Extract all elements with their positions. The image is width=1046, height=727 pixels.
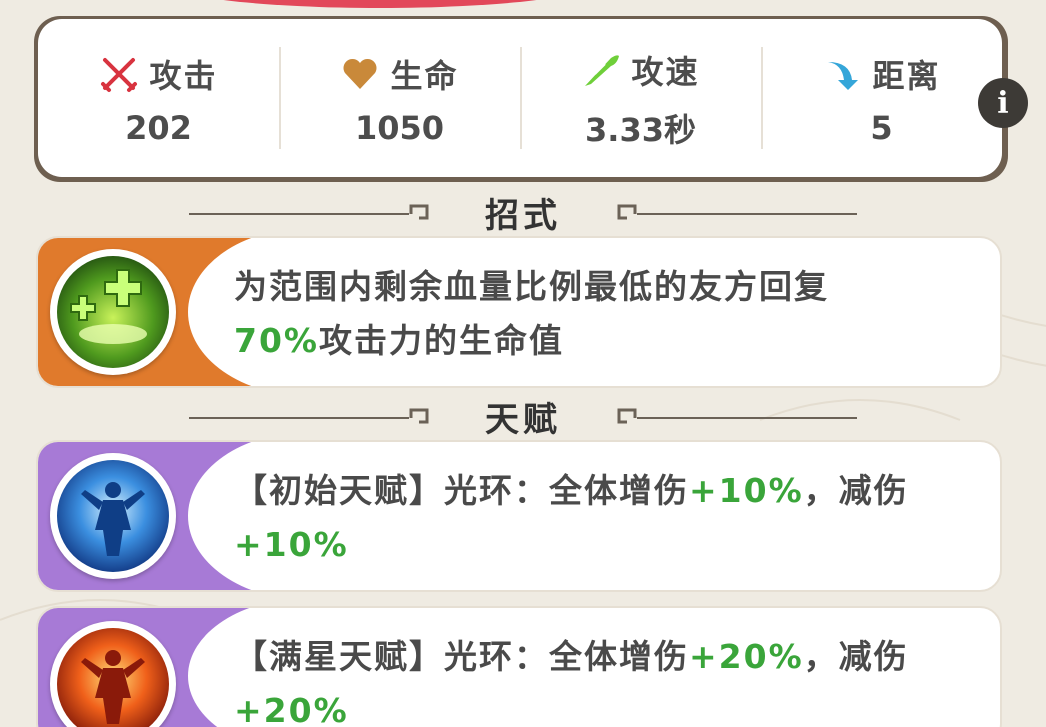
skill-icon-frame: [50, 249, 176, 375]
info-icon: i: [997, 85, 1009, 121]
talent-description: 【初始天赋】光环：全体增伤+10%，减伤+10%: [234, 464, 960, 572]
left-divider-ornament: [189, 204, 429, 220]
section-header-talents: 天赋: [0, 394, 1046, 440]
crossed-swords-icon: [101, 58, 138, 92]
talent-buff: +20%: [689, 637, 804, 676]
talent-text: 【初始天赋】光环：全体增伤: [234, 471, 689, 510]
range-arrow-icon: [828, 62, 859, 90]
talent-buff: +10%: [234, 525, 349, 564]
skill-highlight: 70%: [234, 321, 319, 360]
stat-value: 5: [870, 109, 893, 147]
talent-icon-frame: [50, 453, 176, 579]
section-header-moves: 招式: [0, 190, 1046, 236]
stat-range: 距离 5: [761, 19, 1002, 177]
stat-label: 距离: [872, 57, 941, 95]
talent-text: ，减伤: [803, 471, 909, 510]
stat-label: 生命: [390, 57, 459, 95]
skill-text: 攻击力的生命值: [319, 321, 564, 360]
talent-text: 【满星天赋】光环：全体增伤: [234, 637, 689, 676]
heal-cross-icon: [57, 256, 169, 368]
stat-hp: 生命 1050: [279, 19, 520, 177]
stat-attack: 攻击 202: [38, 19, 279, 177]
talent-text: ，减伤: [803, 637, 909, 676]
skill-text: 为范围内剩余血量比例最低的友方回复: [234, 267, 829, 306]
talent-buff: +20%: [234, 691, 349, 727]
right-divider-ornament: [617, 408, 857, 424]
stats-panel: 攻击 202 生命 1050 攻速 3.33秒 距离 5: [38, 19, 1002, 177]
talent-card-full-star[interactable]: 【满星天赋】光环：全体增伤+20%，减伤+20%: [36, 606, 1002, 727]
left-divider-ornament: [189, 408, 429, 424]
blue-aura-warrior-icon: [57, 460, 169, 572]
talent-description: 【满星天赋】光环：全体增伤+20%，减伤+20%: [234, 630, 960, 727]
right-divider-ornament: [617, 204, 857, 220]
stat-value: 202: [125, 109, 192, 147]
wing-speed-icon: [585, 55, 620, 86]
heart-icon: [343, 58, 377, 89]
section-title: 天赋: [485, 399, 561, 440]
skill-card[interactable]: 为范围内剩余血量比例最低的友方回复 70%攻击力的生命值: [36, 236, 1002, 388]
info-button[interactable]: i: [978, 78, 1028, 128]
section-title: 招式: [485, 195, 561, 236]
stat-value: 1050: [354, 109, 445, 147]
stat-label: 攻速: [631, 53, 700, 91]
fire-aura-warrior-icon: [57, 628, 169, 727]
talent-buff: +10%: [689, 471, 804, 510]
talent-card-initial[interactable]: 【初始天赋】光环：全体增伤+10%，减伤+10%: [36, 440, 1002, 592]
stat-label: 攻击: [149, 57, 218, 95]
stat-attack-speed: 攻速 3.33秒: [520, 19, 761, 177]
stat-value: 3.33秒: [585, 111, 696, 149]
skill-description: 为范围内剩余血量比例最低的友方回复 70%攻击力的生命值: [234, 260, 960, 368]
top-banner-edge: [170, 0, 590, 8]
